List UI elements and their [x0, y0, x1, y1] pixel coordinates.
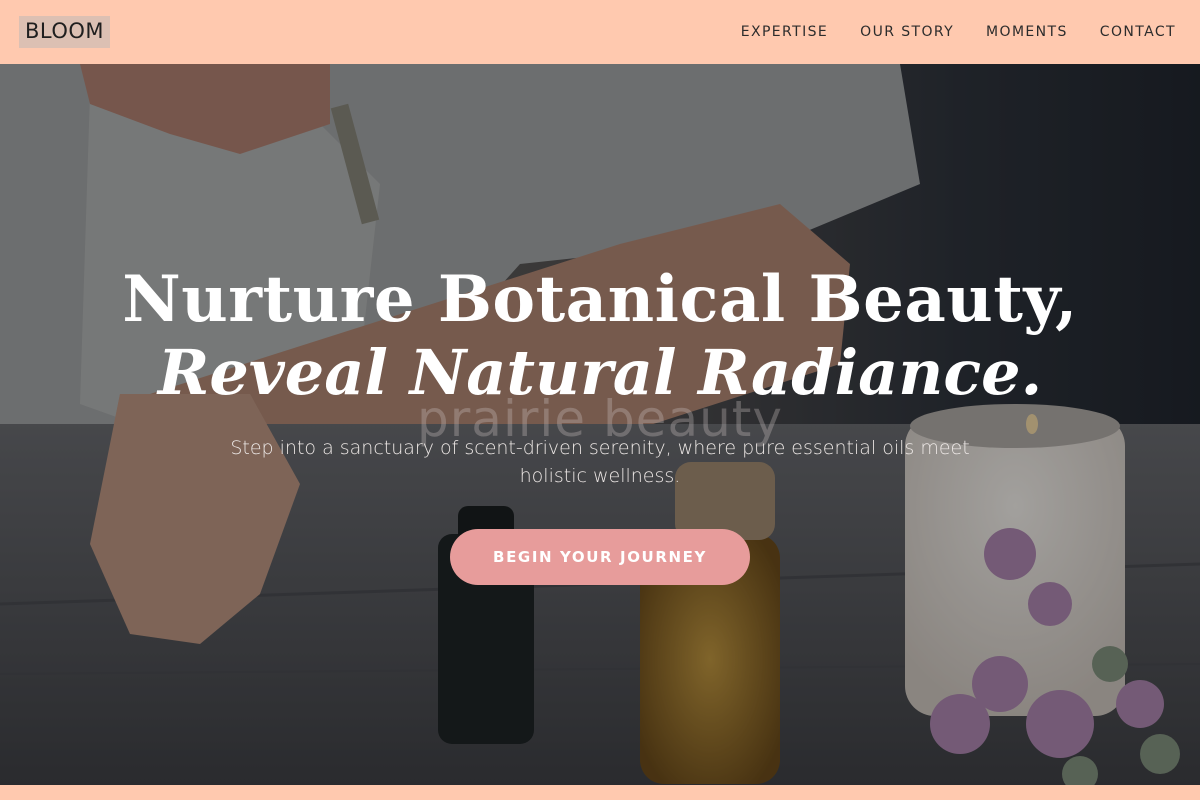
nav-contact[interactable]: CONTACT [1100, 24, 1176, 40]
footer-strip [0, 785, 1200, 800]
hero-headline: Nurture Botanical Beauty, Reveal Natural… [0, 262, 1200, 408]
nav-moments[interactable]: MOMENTS [986, 24, 1068, 40]
nav-our-story[interactable]: OUR STORY [860, 24, 954, 40]
headline-line-2: Reveal Natural Radiance. [157, 336, 1043, 409]
main-nav: EXPERTISE OUR STORY MOMENTS CONTACT [741, 24, 1176, 40]
headline-line-1: Nurture Botanical Beauty, [122, 262, 1078, 337]
hero-section: prairie beauty Nurture Botanical Beauty,… [0, 64, 1200, 785]
site-header: BLOOM EXPERTISE OUR STORY MOMENTS CONTAC… [0, 0, 1200, 64]
hero-subtitle: Step into a sanctuary of scent-driven se… [230, 437, 970, 487]
begin-journey-button[interactable]: BEGIN YOUR JOURNEY [450, 529, 750, 585]
nav-expertise[interactable]: EXPERTISE [741, 24, 828, 40]
logo[interactable]: BLOOM [19, 16, 111, 48]
